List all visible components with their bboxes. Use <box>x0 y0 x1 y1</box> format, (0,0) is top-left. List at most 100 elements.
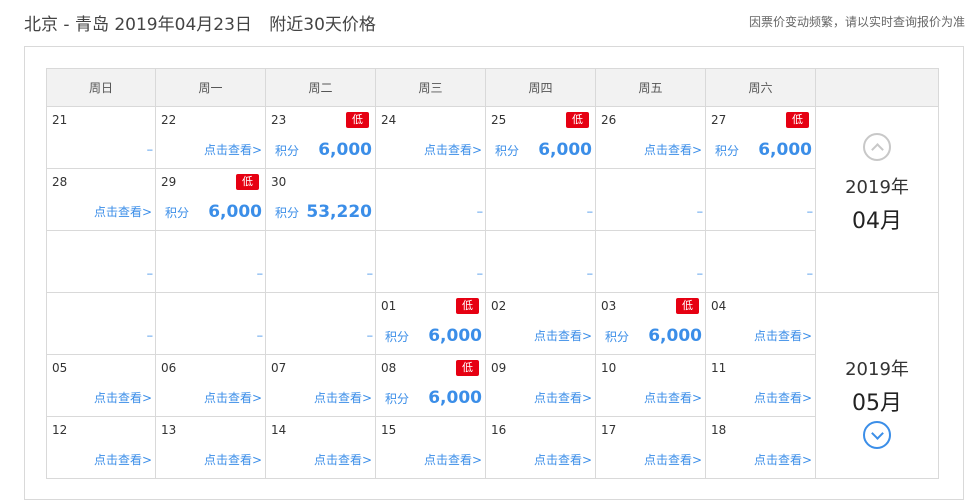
calendar-day-cell[interactable]: 28 点击查看> <box>46 168 156 231</box>
day-number: 25 <box>491 113 507 127</box>
calendar-day-cell[interactable]: 05 点击查看> <box>46 354 156 417</box>
low-price-badge: 低 <box>566 112 589 128</box>
low-price-badge: 低 <box>786 112 809 128</box>
prev-month-button[interactable] <box>863 133 891 161</box>
calendar-day-cell[interactable]: 12 点击查看> <box>46 416 156 479</box>
calendar-day-cell[interactable]: 02 点击查看> <box>485 292 596 355</box>
calendar-day-cell[interactable]: 21 -- <box>46 106 156 169</box>
view-price-link[interactable]: 点击查看> <box>314 451 372 468</box>
day-number: 17 <box>601 423 617 437</box>
points-price[interactable]: 积分 53,220 <box>266 202 372 222</box>
points-label: 积分 <box>385 330 410 344</box>
price-value: 6,000 <box>208 202 262 222</box>
calendar-day-cell[interactable]: 27 低积分 6,000 <box>705 106 816 169</box>
points-price[interactable]: 积分 6,000 <box>376 388 482 408</box>
points-label: 积分 <box>495 144 520 158</box>
points-price[interactable]: 积分 6,000 <box>376 326 482 346</box>
calendar-day-cell[interactable]: 07 点击查看> <box>265 354 376 417</box>
points-price[interactable]: 积分 6,000 <box>266 140 372 160</box>
calendar-day-cell[interactable]: 10 点击查看> <box>595 354 706 417</box>
view-price-link[interactable]: 点击查看> <box>534 327 592 344</box>
calendar-day-cell: -- <box>705 168 816 231</box>
view-price-link[interactable]: 点击查看> <box>644 389 702 406</box>
view-price-link[interactable]: 点击查看> <box>644 141 702 158</box>
current-year-label: 2019年 <box>845 177 909 198</box>
no-price-placeholder: -- <box>586 269 593 280</box>
view-price-link[interactable]: 点击查看> <box>314 389 372 406</box>
next-month-button[interactable] <box>863 421 891 449</box>
day-number: 11 <box>711 361 727 375</box>
price-value: 53,220 <box>306 202 372 222</box>
view-price-link[interactable]: 点击查看> <box>424 141 482 158</box>
calendar-day-cell[interactable]: 30 积分 53,220 <box>265 168 376 231</box>
calendar-day-cell[interactable]: 23 低积分 6,000 <box>265 106 376 169</box>
price-value: 6,000 <box>758 140 812 160</box>
next-year-label: 2019年 <box>845 359 909 380</box>
points-price[interactable]: 积分 6,000 <box>706 140 812 160</box>
calendar-day-cell[interactable]: 04 点击查看> <box>705 292 816 355</box>
calendar-day-cell[interactable]: 06 点击查看> <box>155 354 266 417</box>
day-number: 18 <box>711 423 727 437</box>
view-price-link[interactable]: 点击查看> <box>644 451 702 468</box>
day-number: 02 <box>491 299 507 313</box>
no-price-placeholder: -- <box>256 331 263 342</box>
calendar-day-cell[interactable]: 13 点击查看> <box>155 416 266 479</box>
weekday-mon: 周一 <box>155 68 266 107</box>
calendar-day-cell[interactable]: 16 点击查看> <box>485 416 596 479</box>
no-price-placeholder: -- <box>146 331 153 342</box>
calendar-day-cell[interactable]: 26 点击查看> <box>595 106 706 169</box>
calendar-day-cell: -- <box>705 230 816 293</box>
view-price-link[interactable]: 点击查看> <box>94 451 152 468</box>
calendar-day-cell[interactable]: 09 点击查看> <box>485 354 596 417</box>
view-price-link[interactable]: 点击查看> <box>754 451 812 468</box>
day-number: 04 <box>711 299 727 313</box>
view-price-link[interactable]: 点击查看> <box>94 389 152 406</box>
points-price[interactable]: 积分 6,000 <box>486 140 592 160</box>
calendar-day-cell[interactable]: 15 点击查看> <box>375 416 486 479</box>
calendar-day-cell: -- <box>46 292 156 355</box>
calendar-day-cell: -- <box>595 168 706 231</box>
points-price[interactable]: 积分 6,000 <box>596 326 702 346</box>
price-value: 6,000 <box>428 326 482 346</box>
price-value: 6,000 <box>318 140 372 160</box>
calendar-day-cell: -- <box>155 292 266 355</box>
view-price-link[interactable]: 点击查看> <box>204 451 262 468</box>
no-price-placeholder: -- <box>256 269 263 280</box>
price-value: 6,000 <box>648 326 702 346</box>
view-price-link[interactable]: 点击查看> <box>204 389 262 406</box>
day-number: 22 <box>161 113 177 127</box>
view-price-link[interactable]: 点击查看> <box>754 389 812 406</box>
view-price-link[interactable]: 点击查看> <box>754 327 812 344</box>
calendar-day-cell[interactable]: 29 低积分 6,000 <box>155 168 266 231</box>
points-price[interactable]: 积分 6,000 <box>156 202 262 222</box>
chevron-up-icon <box>870 142 884 156</box>
calendar-day-cell[interactable]: 17 点击查看> <box>595 416 706 479</box>
calendar-day-cell: -- <box>375 168 486 231</box>
calendar-day-cell[interactable]: 03 低积分 6,000 <box>595 292 706 355</box>
view-price-link[interactable]: 点击查看> <box>94 203 152 220</box>
route-text: 北京 - 青岛 <box>24 15 109 35</box>
calendar-day-cell[interactable]: 08 低积分 6,000 <box>375 354 486 417</box>
view-price-link[interactable]: 点击查看> <box>534 389 592 406</box>
no-price-placeholder: -- <box>586 207 593 218</box>
calendar-day-cell[interactable]: 01 低积分 6,000 <box>375 292 486 355</box>
month-side-may: 2019年 05月 <box>815 292 939 479</box>
day-number: 21 <box>52 113 68 127</box>
calendar-day-cell[interactable]: 18 点击查看> <box>705 416 816 479</box>
day-number: 09 <box>491 361 507 375</box>
calendar-day-cell[interactable]: 11 点击查看> <box>705 354 816 417</box>
view-price-link[interactable]: 点击查看> <box>424 451 482 468</box>
no-price-placeholder: -- <box>476 207 483 218</box>
month-side-april: 2019年 04月 <box>815 106 939 293</box>
calendar-day-cell[interactable]: 24 点击查看> <box>375 106 486 169</box>
day-number: 24 <box>381 113 397 127</box>
calendar-day-cell[interactable]: 14 点击查看> <box>265 416 376 479</box>
calendar-day-cell: -- <box>155 230 266 293</box>
month-nav-top: 2019年 04月 <box>816 107 938 292</box>
day-number: 23 <box>271 113 287 127</box>
points-label: 积分 <box>385 392 410 406</box>
calendar-day-cell[interactable]: 22 点击查看> <box>155 106 266 169</box>
calendar-day-cell[interactable]: 25 低积分 6,000 <box>485 106 596 169</box>
view-price-link[interactable]: 点击查看> <box>204 141 262 158</box>
view-price-link[interactable]: 点击查看> <box>534 451 592 468</box>
